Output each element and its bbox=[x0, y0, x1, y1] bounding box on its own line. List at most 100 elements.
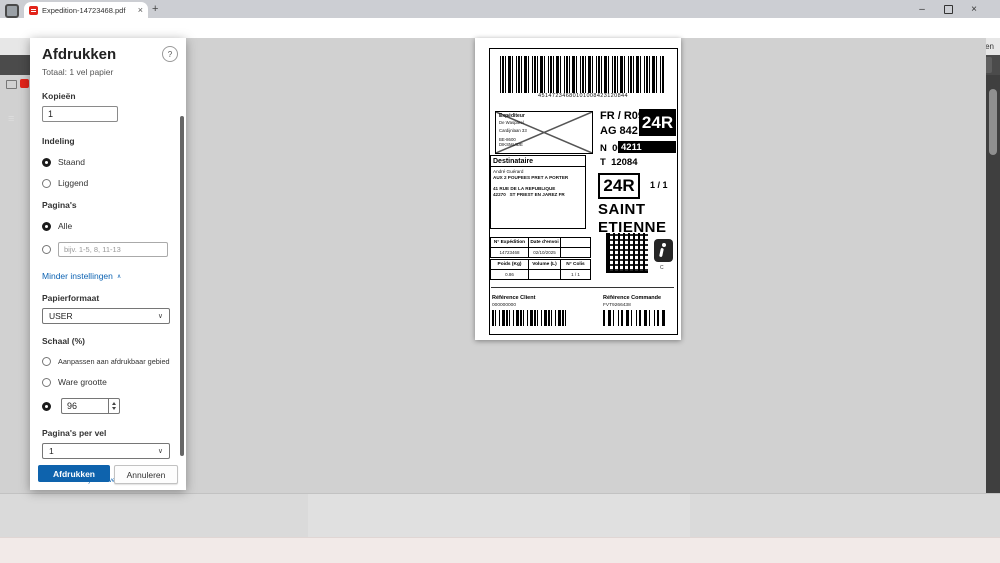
dialog-title: Afdrukken bbox=[42, 46, 117, 63]
table-header: Poids (Kg) bbox=[491, 260, 529, 270]
radio-pages-all-label: Alle bbox=[58, 221, 73, 231]
table-header: N° Expédition bbox=[491, 238, 529, 248]
ref-client-label: Référence Client bbox=[492, 295, 536, 301]
dialog-subtitle: Totaal: 1 vel papier bbox=[42, 67, 114, 77]
recipient-line: AUX 2 POUPEES PRET A PORTER bbox=[493, 174, 569, 180]
table-cell bbox=[529, 270, 561, 280]
table-cell: 02/10/2025 bbox=[529, 248, 561, 258]
tab-actions-icon[interactable] bbox=[5, 4, 19, 18]
maximize-button[interactable] bbox=[936, 0, 960, 18]
copies-input[interactable] bbox=[42, 106, 118, 122]
shipment-barcode-number: 45147234680101008423120844 bbox=[538, 93, 628, 99]
ref-client-barcode bbox=[492, 310, 566, 326]
scale-label: Schaal (%) bbox=[42, 336, 85, 346]
weight-table: Poids (Kg) Volume (L) N° Colis 0.86 1 / … bbox=[490, 259, 591, 280]
radio-scale-fit-icon[interactable] bbox=[42, 357, 51, 366]
route-code-2: AG 842 bbox=[600, 125, 638, 137]
pdf-bottom-strip bbox=[0, 493, 1000, 538]
pages-per-sheet-label: Pagina's per vel bbox=[42, 428, 107, 438]
site-favicon-icon[interactable] bbox=[6, 80, 17, 89]
pages-label: Pagina's bbox=[42, 200, 77, 210]
pdf-favorites-bar-left bbox=[0, 38, 30, 89]
print-dialog-body: Afdrukken Totaal: 1 vel papier Kopieën I… bbox=[30, 38, 186, 484]
sender-line: DIKSMUIDE bbox=[499, 142, 523, 147]
recipient-box: Destinataire André Guérard AUX 2 POUPEES… bbox=[490, 155, 586, 229]
acrobat-favicon-icon[interactable] bbox=[20, 79, 29, 88]
browser-tab[interactable]: Expedition-14723468.pdf × bbox=[24, 2, 148, 18]
radio-scale-actual-icon[interactable] bbox=[42, 377, 51, 387]
sender-box: Expéditeur De Wasparel Cardijnlaan 33 BE… bbox=[495, 111, 593, 154]
pages-per-sheet-select[interactable]: 1 ∨ bbox=[42, 443, 170, 459]
menu-icon[interactable]: ≡ bbox=[8, 113, 14, 125]
copies-label: Kopieën bbox=[42, 91, 76, 101]
minimize-button[interactable]: – bbox=[910, 0, 934, 18]
cancel-button[interactable]: Annuleren bbox=[114, 465, 178, 484]
pages-range-input[interactable] bbox=[58, 242, 168, 257]
relay-point-icon bbox=[654, 239, 673, 262]
radio-portrait-icon[interactable] bbox=[42, 157, 51, 167]
radio-scale-fit[interactable]: Aanpassen aan afdrukbaar gebied bbox=[42, 357, 172, 366]
radio-pages-all-icon[interactable] bbox=[42, 221, 51, 231]
print-dialog: Afdrukken Totaal: 1 vel papier Kopieën I… bbox=[30, 38, 186, 490]
spinner-down-icon[interactable] bbox=[112, 407, 116, 410]
pdf-scrollbar[interactable] bbox=[986, 75, 1000, 493]
dialog-scrollbar-thumb[interactable] bbox=[180, 116, 184, 456]
less-settings-label[interactable]: Minder instellingen bbox=[42, 271, 113, 281]
pdf-toolbar-left: ≡ bbox=[0, 55, 30, 125]
ref-client-value: 000000000 bbox=[492, 303, 517, 308]
table-header bbox=[561, 238, 591, 248]
route-code-1: FR / R09 bbox=[600, 110, 645, 122]
table-cell bbox=[561, 248, 591, 258]
radio-pages-range-icon[interactable] bbox=[42, 245, 51, 254]
ref-order-label: Référence Commande bbox=[603, 295, 662, 301]
maximize-icon bbox=[943, 4, 953, 14]
chevron-down-icon: ∨ bbox=[157, 313, 163, 320]
scale-spinner[interactable] bbox=[108, 398, 120, 414]
ref-order-value: FVT9266438 bbox=[603, 303, 631, 308]
scale-input[interactable] bbox=[61, 398, 108, 414]
ref-order-barcode bbox=[603, 310, 667, 326]
scale-stepper bbox=[61, 398, 120, 414]
radio-pages-range[interactable] bbox=[42, 242, 172, 257]
t-line: T 12084 bbox=[600, 157, 638, 168]
print-button[interactable]: Afdrukken bbox=[38, 465, 110, 482]
chevron-down-icon: ∨ bbox=[157, 448, 163, 455]
paper-size-value: USER bbox=[49, 311, 73, 321]
shipment-barcode bbox=[500, 56, 664, 93]
radio-portrait-label: Staand bbox=[58, 157, 85, 167]
n-value-box: 4211 bbox=[618, 141, 676, 153]
radio-scale-actual[interactable]: Ware grootte bbox=[42, 377, 172, 387]
parcel-count: 1 / 1 bbox=[650, 180, 668, 190]
help-button[interactable]: ? bbox=[162, 46, 178, 62]
radio-landscape-icon[interactable] bbox=[42, 178, 51, 188]
browser-toolbar: ← ↻ ⌂ ⓘ Bestand C:/Users/Luc/Downloads/E… bbox=[0, 18, 1000, 54]
sender-line: Cardijnlaan 33 bbox=[499, 128, 527, 133]
recipient-line: 42270 ST PRIEST EN JAREZ FR bbox=[493, 191, 565, 197]
paper-size-select[interactable]: USER ∨ bbox=[42, 308, 170, 324]
expedition-table: N° Expédition Date d'envoi 14723468 02/1… bbox=[490, 237, 591, 258]
spinner-up-icon[interactable] bbox=[112, 402, 116, 405]
service-code-box: 24R bbox=[639, 109, 676, 136]
chevron-up-icon: ∧ bbox=[116, 273, 122, 280]
paper-size-label: Papierformaat bbox=[42, 293, 100, 303]
radio-scale-custom[interactable] bbox=[42, 398, 172, 414]
table-cell: 14723468 bbox=[491, 248, 529, 258]
new-tab-button[interactable]: + bbox=[152, 3, 158, 15]
table-header: N° Colis bbox=[561, 260, 591, 270]
pdf-scrollbar-thumb[interactable] bbox=[989, 89, 997, 155]
pdf-file-icon bbox=[29, 5, 38, 15]
radio-landscape[interactable]: Liggend bbox=[42, 178, 172, 188]
radio-scale-custom-icon[interactable] bbox=[42, 401, 51, 411]
tab-close-icon[interactable]: × bbox=[138, 5, 143, 15]
radio-pages-all[interactable]: Alle bbox=[42, 221, 172, 231]
table-cell: 0.86 bbox=[491, 270, 529, 280]
shipping-label: 45147234680101008423120844 Expéditeur De… bbox=[489, 48, 678, 335]
table-header: Date d'envoi bbox=[529, 238, 561, 248]
window-close-button[interactable]: × bbox=[962, 0, 986, 18]
sender-line: De Wasparel bbox=[499, 119, 524, 125]
less-settings-link[interactable]: Minder instellingen ∧ bbox=[42, 271, 172, 281]
service-code-outline-box: 24R bbox=[598, 173, 640, 199]
relay-letter: C bbox=[660, 265, 664, 271]
radio-portrait[interactable]: Staand bbox=[42, 157, 172, 167]
label-divider bbox=[491, 287, 674, 288]
